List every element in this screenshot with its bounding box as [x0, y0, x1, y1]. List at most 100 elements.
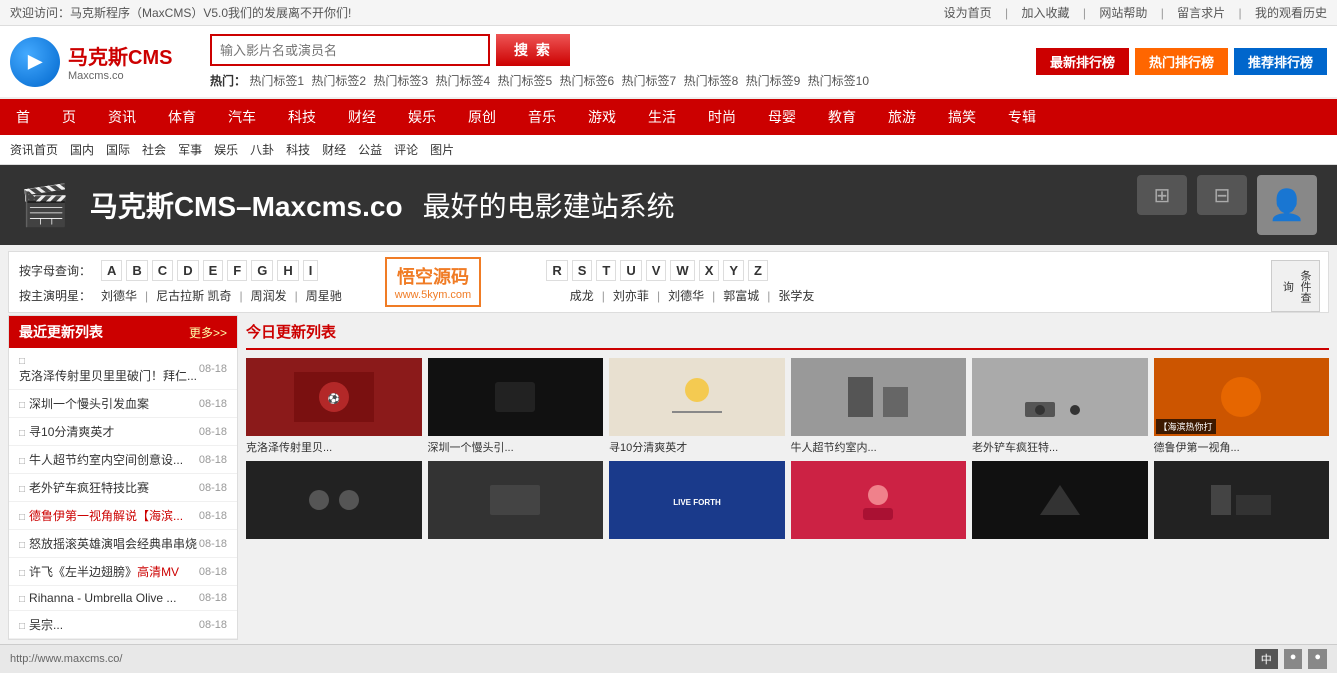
subnav-photo[interactable]: 图片	[430, 141, 454, 158]
list-item[interactable]: □深圳一个慢头引发血案 08-18	[9, 390, 237, 418]
nav-home1[interactable]: 首	[0, 99, 46, 135]
list-item[interactable]: □怒放摇滚英雄演唱会经典串串烧 08-18	[9, 530, 237, 558]
subnav-entertainment[interactable]: 娱乐	[214, 141, 238, 158]
star-zhouxingchi[interactable]: 周星驰	[306, 287, 342, 304]
star-liudehua[interactable]: 刘德华	[101, 287, 137, 304]
video-item-12[interactable]	[1154, 461, 1330, 542]
video-item-5[interactable]: 老外铲车疯狂特...	[972, 358, 1148, 455]
alpha-D[interactable]: D	[177, 260, 198, 281]
video-item-9[interactable]: LIVE FORTH	[609, 461, 785, 542]
subnav-international[interactable]: 国际	[106, 141, 130, 158]
nav-sports[interactable]: 体育	[152, 99, 212, 135]
nav-original[interactable]: 原创	[452, 99, 512, 135]
hot-tag-2[interactable]: 热门标签2	[311, 74, 366, 88]
nav-home2[interactable]: 页	[46, 99, 92, 135]
star-nicolas[interactable]: 尼古拉斯 凯奇	[156, 287, 231, 304]
list-title[interactable]: Rihanna - Umbrella Olive ...	[29, 591, 176, 605]
alpha-F[interactable]: F	[227, 260, 247, 281]
video-item-8[interactable]	[428, 461, 604, 542]
list-item[interactable]: □吴宗... 08-18	[9, 611, 237, 639]
alpha-A[interactable]: A	[101, 260, 122, 281]
nav-finance[interactable]: 财经	[332, 99, 392, 135]
subnav-news-home[interactable]: 资讯首页	[10, 141, 58, 158]
alpha-C[interactable]: C	[152, 260, 173, 281]
alpha-E[interactable]: E	[203, 260, 224, 281]
subnav-charity[interactable]: 公益	[358, 141, 382, 158]
newest-rank-button[interactable]: 最新排行榜	[1036, 48, 1129, 75]
video-item-10[interactable]	[791, 461, 967, 542]
nav-games[interactable]: 游戏	[572, 99, 632, 135]
alpha-Z[interactable]: Z	[748, 260, 768, 281]
list-item[interactable]: □Rihanna - Umbrella Olive ... 08-18	[9, 586, 237, 611]
list-item[interactable]: □许飞《左半边翅膀》高清MV 08-18	[9, 558, 237, 586]
alpha-X[interactable]: X	[699, 260, 720, 281]
list-title[interactable]: 老外铲车疯狂特技比赛	[29, 481, 149, 495]
list-title[interactable]: 德鲁伊第一视角解说【海滨...	[29, 509, 183, 523]
subnav-society[interactable]: 社会	[142, 141, 166, 158]
alpha-T[interactable]: T	[596, 260, 616, 281]
nav-baby[interactable]: 母婴	[752, 99, 812, 135]
search-button[interactable]: 搜 索	[496, 34, 570, 66]
list-title[interactable]: 寻10分清爽英才	[29, 425, 114, 439]
list-title[interactable]: 克洛泽传射里贝里里破门！拜仁...	[19, 369, 197, 383]
list-title[interactable]: 深圳一个慢头引发血案	[29, 397, 149, 411]
alpha-S[interactable]: S	[572, 260, 593, 281]
hot-tag-10[interactable]: 热门标签10	[808, 74, 869, 88]
video-item-11[interactable]	[972, 461, 1148, 542]
nav-entertainment[interactable]: 娱乐	[392, 99, 452, 135]
alpha-B[interactable]: B	[126, 260, 147, 281]
hot-tag-8[interactable]: 热门标签8	[684, 74, 739, 88]
alpha-R[interactable]: R	[546, 260, 567, 281]
alpha-U[interactable]: U	[620, 260, 641, 281]
list-item[interactable]: □克洛泽传射里贝里里破门！拜仁... 08-18	[9, 348, 237, 390]
nav-car[interactable]: 汽车	[212, 99, 272, 135]
video-item-4[interactable]: 牛人超节约室内...	[791, 358, 967, 455]
subnav-domestic[interactable]: 国内	[70, 141, 94, 158]
star-zhangjueyou[interactable]: 张学友	[778, 287, 814, 304]
list-item[interactable]: □牛人超节约室内空间创意设... 08-18	[9, 446, 237, 474]
alpha-Y[interactable]: Y	[723, 260, 744, 281]
subnav-comment[interactable]: 评论	[394, 141, 418, 158]
hot-tag-4[interactable]: 热门标签4	[435, 74, 490, 88]
list-title[interactable]: 吴宗...	[29, 618, 63, 632]
video-item-1[interactable]: ⚽ 克洛泽传射里贝...	[246, 358, 422, 455]
video-item-3[interactable]: 寻10分清爽英才	[609, 358, 785, 455]
nav-news[interactable]: 资讯	[92, 99, 152, 135]
hot-tag-7[interactable]: 热门标签7	[622, 74, 677, 88]
hot-tag-9[interactable]: 热门标签9	[746, 74, 801, 88]
nav-education[interactable]: 教育	[812, 99, 872, 135]
star-liudehua2[interactable]: 刘德华	[668, 287, 704, 304]
alpha-W[interactable]: W	[670, 260, 694, 281]
list-item[interactable]: □德鲁伊第一视角解说【海滨... 08-18	[9, 502, 237, 530]
recommend-rank-button[interactable]: 推荐排行榜	[1234, 48, 1327, 75]
hot-tag-6[interactable]: 热门标签6	[560, 74, 615, 88]
condition-search-btn[interactable]: 条件查询	[1271, 260, 1320, 312]
nav-travel[interactable]: 旅游	[872, 99, 932, 135]
alpha-G[interactable]: G	[251, 260, 273, 281]
history-link[interactable]: 我的观看历史	[1255, 6, 1327, 20]
star-liuyifei[interactable]: 刘亦菲	[613, 287, 649, 304]
star-guofucheng[interactable]: 郭富城	[723, 287, 759, 304]
nav-fashion[interactable]: 时尚	[692, 99, 752, 135]
video-item-7[interactable]	[246, 461, 422, 542]
subnav-gossip[interactable]: 八卦	[250, 141, 274, 158]
subnav-tech[interactable]: 科技	[286, 141, 310, 158]
list-item[interactable]: □老外铲车疯狂特技比赛 08-18	[9, 474, 237, 502]
subnav-military[interactable]: 军事	[178, 141, 202, 158]
star-zhourunfa[interactable]: 周润发	[251, 287, 287, 304]
subnav-finance[interactable]: 财经	[322, 141, 346, 158]
list-item[interactable]: □寻10分清爽英才 08-18	[9, 418, 237, 446]
feedback-link[interactable]: 留言求片	[1177, 6, 1225, 20]
add-bookmark-link[interactable]: 加入收藏	[1022, 6, 1070, 20]
star-chenglong[interactable]: 成龙	[570, 287, 594, 304]
alpha-H[interactable]: H	[277, 260, 298, 281]
hot-tag-5[interactable]: 热门标签5	[497, 74, 552, 88]
site-help-link[interactable]: 网站帮助	[1099, 6, 1147, 20]
video-item-2[interactable]: 深圳一个慢头引...	[428, 358, 604, 455]
list-title[interactable]: 怒放摇滚英雄演唱会经典串串烧	[29, 537, 197, 551]
list-title[interactable]: 许飞《左半边翅膀》高清MV	[29, 565, 179, 579]
hot-tag-3[interactable]: 热门标签3	[373, 74, 428, 88]
alpha-V[interactable]: V	[646, 260, 667, 281]
nav-life[interactable]: 生活	[632, 99, 692, 135]
set-homepage-link[interactable]: 设为首页	[944, 6, 992, 20]
